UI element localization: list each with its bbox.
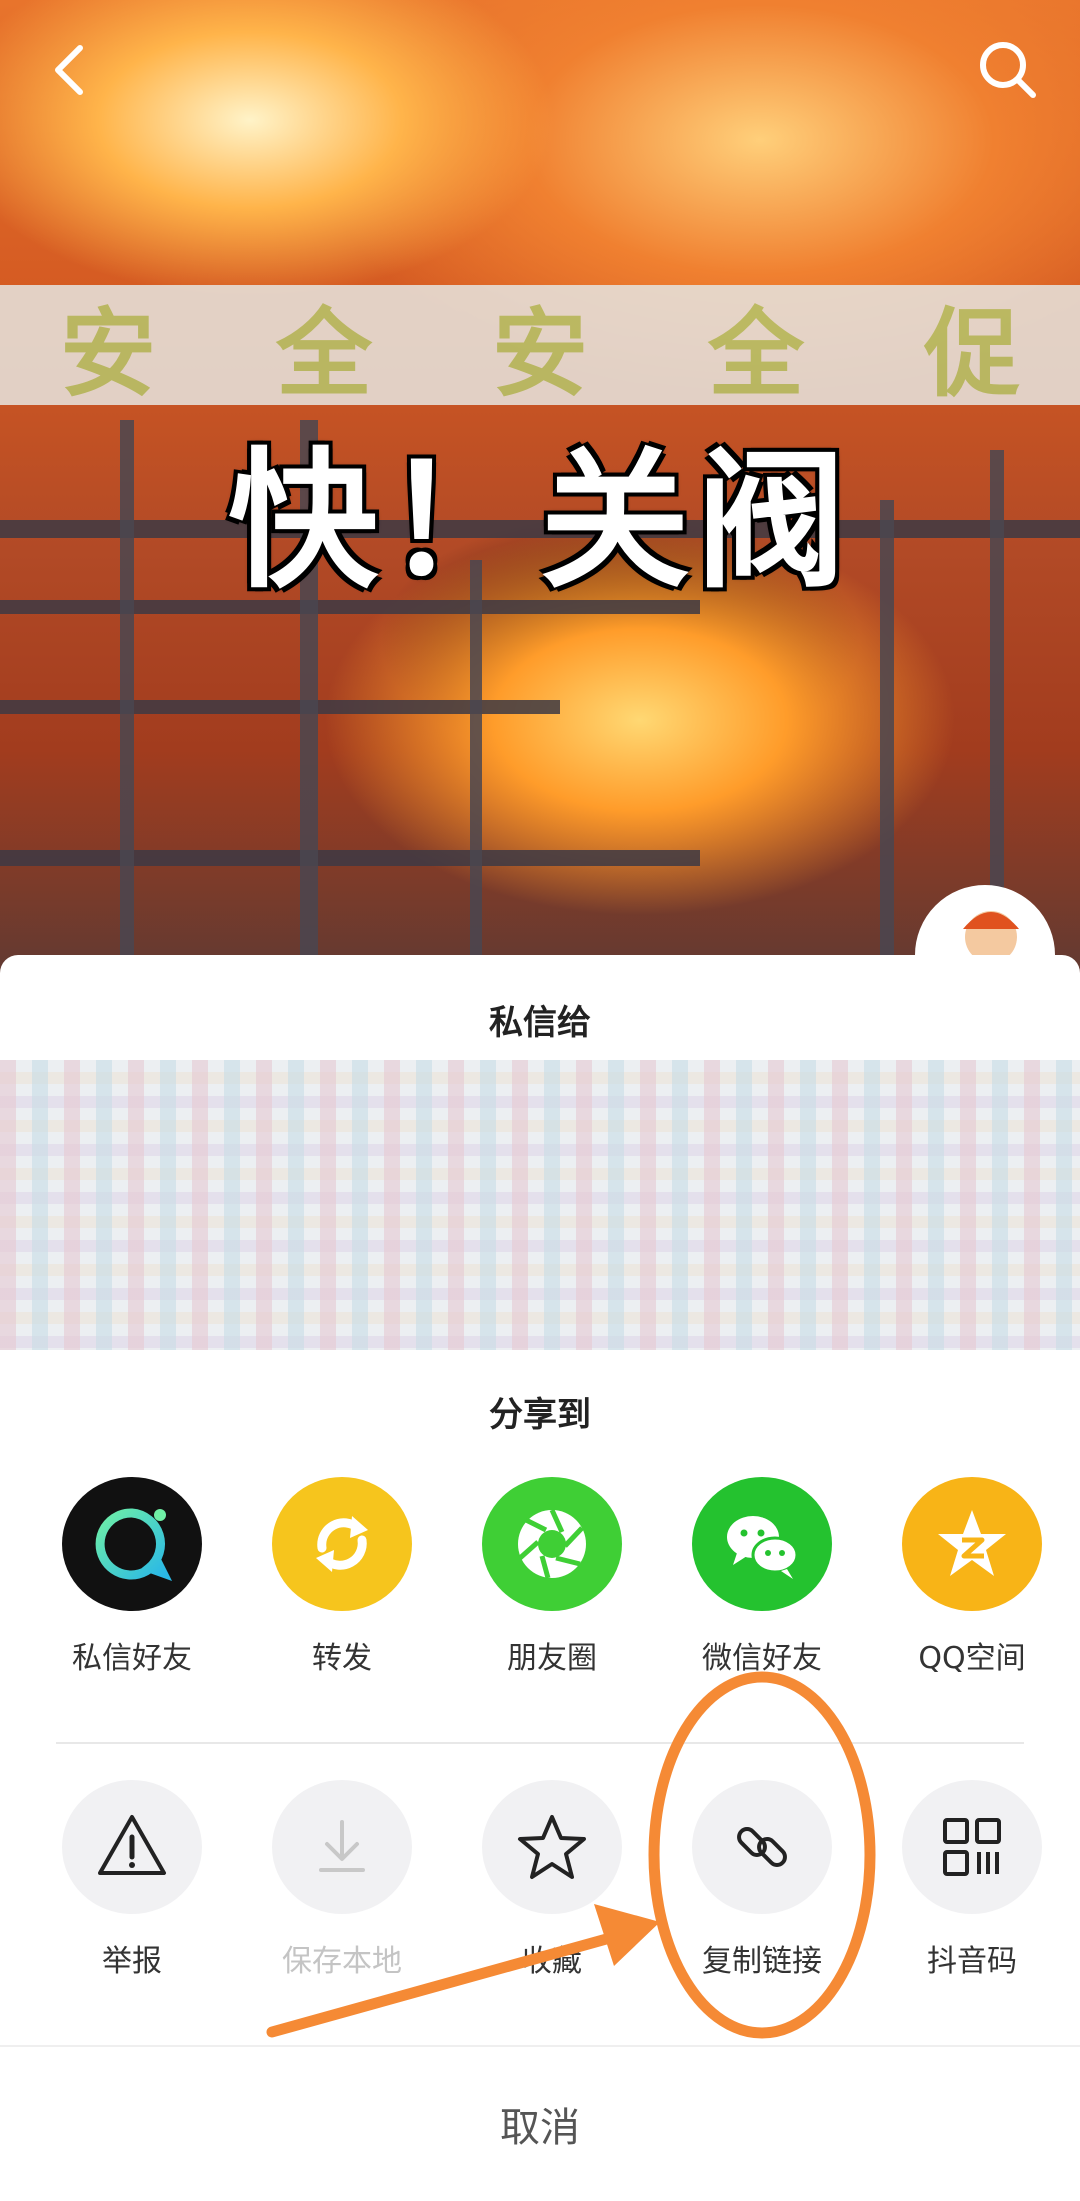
share-target-label: 私信好友	[72, 1641, 192, 1676]
dm-section-title: 私信给	[489, 1003, 591, 1043]
banner-char: 促	[924, 297, 1020, 410]
banner-char: 全	[708, 297, 804, 410]
download-icon	[272, 1780, 412, 1914]
steel-beam	[0, 850, 700, 866]
camera-aperture-icon	[482, 1477, 622, 1611]
share-target-label: 微信好友	[702, 1641, 822, 1676]
action-label: 收藏	[522, 1944, 582, 1979]
search-icon	[980, 42, 1036, 98]
save-local-button[interactable]: 保存本地	[242, 1780, 442, 1980]
share-target-label: 转发	[312, 1641, 372, 1676]
link-icon	[692, 1780, 832, 1914]
share-qzone[interactable]: QQ空间	[872, 1477, 1072, 1677]
chevron-left-icon	[55, 45, 83, 95]
search-button[interactable]	[960, 22, 1056, 118]
back-button[interactable]	[24, 22, 120, 118]
share-target-label: 朋友圈	[507, 1641, 597, 1676]
cancel-button[interactable]: 取消	[0, 2047, 1080, 2201]
contacts-list-blurred[interactable]	[0, 1060, 1080, 1350]
warning-triangle-icon	[62, 1780, 202, 1914]
message-circle-icon	[62, 1477, 202, 1611]
star-icon	[482, 1780, 622, 1914]
wechat-icon	[692, 1477, 832, 1611]
action-label: 保存本地	[282, 1944, 402, 1979]
repost-arrows-icon	[272, 1477, 412, 1611]
safety-banner: 安 全 安 全 促	[0, 285, 1080, 410]
share-targets-row: 私信好友 转发 朋友圈 微信好友 QQ空间	[0, 1477, 1080, 1677]
report-button[interactable]: 举报	[32, 1780, 232, 1980]
share-dm-friends[interactable]: 私信好友	[32, 1477, 232, 1677]
action-label: 举报	[102, 1944, 162, 1979]
banner-char: 全	[276, 297, 372, 410]
share-section-title: 分享到	[489, 1395, 591, 1435]
video-frame[interactable]: 安 全 安 全 促 快！关阀	[0, 0, 1080, 1000]
share-target-label: QQ空间	[918, 1641, 1026, 1676]
share-sheet: 私信给 分享到 私信好友 转发 朋友圈 微信好友 QQ空间 举报 保存本地 收藏…	[0, 955, 1080, 2201]
divider	[56, 1742, 1024, 1744]
share-wechat-friends[interactable]: 微信好友	[662, 1477, 862, 1677]
steel-column	[470, 560, 482, 980]
action-label: 复制链接	[702, 1944, 822, 1979]
qr-code-icon	[902, 1780, 1042, 1914]
copy-link-button[interactable]: 复制链接	[662, 1780, 862, 1980]
banner-char: 安	[60, 297, 156, 410]
douyin-code-button[interactable]: 抖音码	[872, 1780, 1072, 1980]
favorite-button[interactable]: 收藏	[452, 1780, 652, 1980]
qzone-star-icon	[902, 1477, 1042, 1611]
actions-row: 举报 保存本地 收藏 复制链接 抖音码	[0, 1780, 1080, 1980]
banner-char: 安	[492, 297, 588, 410]
share-moments[interactable]: 朋友圈	[452, 1477, 652, 1677]
video-caption: 快！关阀	[227, 435, 852, 609]
action-label: 抖音码	[927, 1944, 1017, 1979]
share-repost[interactable]: 转发	[242, 1477, 442, 1677]
